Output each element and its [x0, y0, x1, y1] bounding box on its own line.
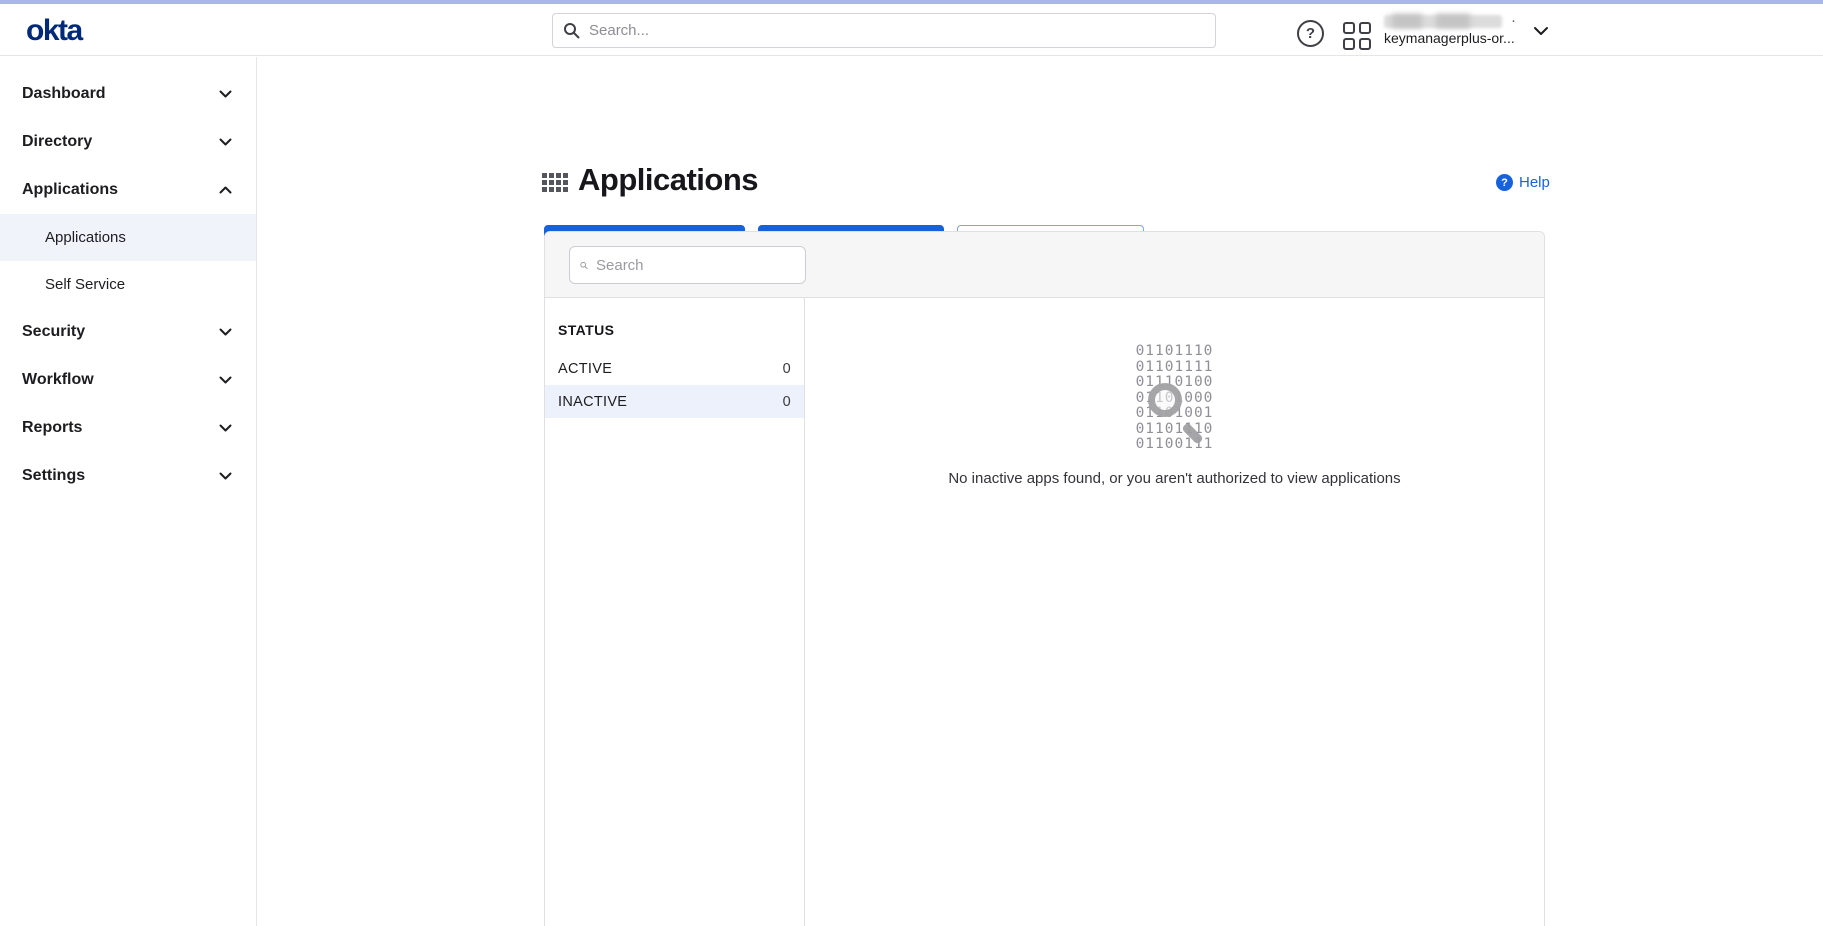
chevron-down-icon [219, 328, 232, 336]
redacted-user-name: · [1384, 14, 1522, 29]
status-filter-header: STATUS [545, 322, 804, 352]
blur-blob [1436, 14, 1470, 28]
filter-row-active[interactable]: ACTIVE 0 [545, 352, 804, 385]
account-menu[interactable]: · keymanagerplus-or... [1384, 14, 1522, 46]
app-switcher-button[interactable] [1343, 22, 1371, 50]
applications-panel: STATUS ACTIVE 0 INACTIVE 0 01101110 0110… [544, 231, 1545, 926]
sidebar-nav: Dashboard Directory Applications Applica… [0, 57, 257, 926]
sidebar-item-dashboard[interactable]: Dashboard [0, 70, 256, 118]
sidebar-item-reports[interactable]: Reports [0, 404, 256, 452]
filter-count: 0 [783, 394, 791, 410]
global-search-input[interactable] [589, 22, 1205, 39]
sidebar-subitem-label: Applications [45, 229, 126, 246]
chevron-down-icon [219, 472, 232, 480]
page-title: Applications [578, 162, 758, 198]
chevron-down-icon [219, 90, 232, 98]
grid-square-icon [1343, 22, 1355, 34]
chevron-down-icon [219, 138, 232, 146]
okta-logo[interactable]: okta [26, 14, 82, 48]
page-title-row: Applications [542, 162, 758, 198]
grid-square-icon [1359, 38, 1371, 50]
sidebar-item-label: Security [22, 323, 85, 341]
sidebar-item-directory[interactable]: Directory [0, 118, 256, 166]
global-search[interactable] [552, 13, 1216, 48]
sidebar-subitem-applications[interactable]: Applications [0, 214, 256, 261]
binary-line: 01101110 [1136, 422, 1214, 438]
main-content: Applications ? Help Create App Integrati… [258, 57, 1823, 926]
help-question-icon: ? [1496, 174, 1513, 191]
account-org-name: keymanagerplus-or... [1384, 30, 1522, 46]
sidebar-subitem-self-service[interactable]: Self Service [0, 261, 256, 308]
status-filter-column: STATUS ACTIVE 0 INACTIVE 0 [545, 298, 805, 926]
filter-label: ACTIVE [558, 361, 612, 377]
help-link-label: Help [1519, 174, 1550, 191]
help-button[interactable]: ? [1297, 20, 1324, 47]
blur-blob [1392, 14, 1422, 28]
empty-state-message: No inactive apps found, or you aren't au… [948, 470, 1400, 487]
magnifier-icon [1148, 383, 1182, 417]
sidebar-item-applications[interactable]: Applications [0, 166, 256, 214]
filter-label: INACTIVE [558, 394, 627, 410]
binary-art: 01101110 01101111 01110100 01101000 0110… [1136, 344, 1214, 453]
sidebar-item-security[interactable]: Security [0, 308, 256, 356]
applications-grid-icon [542, 173, 568, 192]
sidebar-item-settings[interactable]: Settings [0, 452, 256, 500]
apps-search[interactable] [569, 246, 806, 284]
grid-square-icon [1359, 22, 1371, 34]
sidebar-subitem-label: Self Service [45, 276, 125, 293]
binary-line: 01101110 [1136, 344, 1214, 360]
sidebar-item-label: Reports [22, 419, 82, 437]
panel-toolbar [545, 232, 1544, 298]
sidebar-item-label: Settings [22, 467, 85, 485]
panel-body: STATUS ACTIVE 0 INACTIVE 0 01101110 0110… [545, 298, 1544, 926]
sidebar-item-workflow[interactable]: Workflow [0, 356, 256, 404]
top-header-bar: okta ? · keymanagerplus-or... [0, 4, 1823, 56]
empty-state: 01101110 01101111 01110100 01101000 0110… [805, 298, 1544, 926]
grid-square-icon [1343, 38, 1355, 50]
page-help-link[interactable]: ? Help [1496, 174, 1550, 191]
sidebar-item-label: Directory [22, 133, 92, 151]
sidebar-item-label: Applications [22, 181, 118, 199]
chevron-down-icon[interactable] [1533, 26, 1549, 36]
chevron-up-icon [219, 186, 232, 194]
search-icon [580, 258, 588, 273]
chevron-down-icon [219, 424, 232, 432]
filter-count: 0 [783, 361, 791, 377]
question-mark-icon: ? [1297, 20, 1324, 47]
sidebar-item-label: Workflow [22, 371, 94, 389]
filter-row-inactive[interactable]: INACTIVE 0 [545, 385, 804, 418]
sidebar-item-label: Dashboard [22, 85, 106, 103]
search-icon [563, 22, 580, 39]
redaction-dot: · [1511, 12, 1516, 29]
apps-search-input[interactable] [596, 257, 795, 274]
binary-line: 01101111 [1136, 360, 1214, 376]
chevron-down-icon [219, 376, 232, 384]
